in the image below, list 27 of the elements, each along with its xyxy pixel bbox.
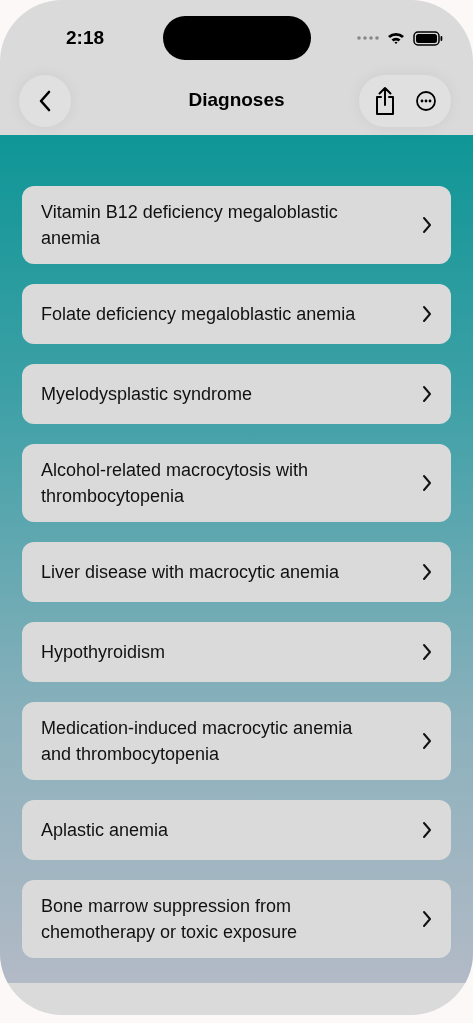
diagnosis-item[interactable]: Bone marrow suppression from chemotherapy or toxic exposure — [22, 880, 451, 958]
diagnosis-item[interactable]: Aplastic anemia — [22, 800, 451, 860]
diagnosis-item[interactable]: Medication-induced macrocytic anemia and thrombocytopenia — [22, 702, 451, 780]
chevron-right-icon — [421, 215, 433, 235]
chevron-right-icon — [421, 384, 433, 404]
chevron-right-icon — [421, 304, 433, 324]
diagnosis-item[interactable]: Alcohol-related macrocytosis with thrombocytopenia — [22, 444, 451, 522]
chevron-right-icon — [421, 473, 433, 493]
battery-icon — [413, 30, 443, 46]
signal-icon — [357, 35, 379, 41]
more-button[interactable] — [413, 89, 439, 112]
chevron-right-icon — [421, 909, 433, 929]
chevron-right-icon — [421, 642, 433, 662]
share-icon — [373, 85, 397, 116]
diagnosis-item[interactable]: Vitamin B12 deficiency megaloblastic anemia — [22, 186, 451, 264]
status-time: 2:18 — [66, 27, 106, 49]
chevron-right-icon — [421, 562, 433, 582]
nav-title: Diagnoses — [188, 89, 285, 111]
chevron-right-icon — [421, 731, 433, 751]
diagnosis-item[interactable]: Hypothyroidism — [22, 622, 451, 682]
back-chevron-icon — [38, 89, 52, 112]
diagnosis-item[interactable]: Myelodysplastic syndrome — [22, 364, 451, 424]
diagnosis-item[interactable]: Folate deficiency megaloblastic anemia — [22, 284, 451, 344]
wifi-icon — [387, 31, 405, 45]
diagnosis-item[interactable]: Liver disease with macrocytic anemia — [22, 542, 451, 602]
more-icon — [415, 89, 437, 112]
chevron-right-icon — [421, 820, 433, 840]
